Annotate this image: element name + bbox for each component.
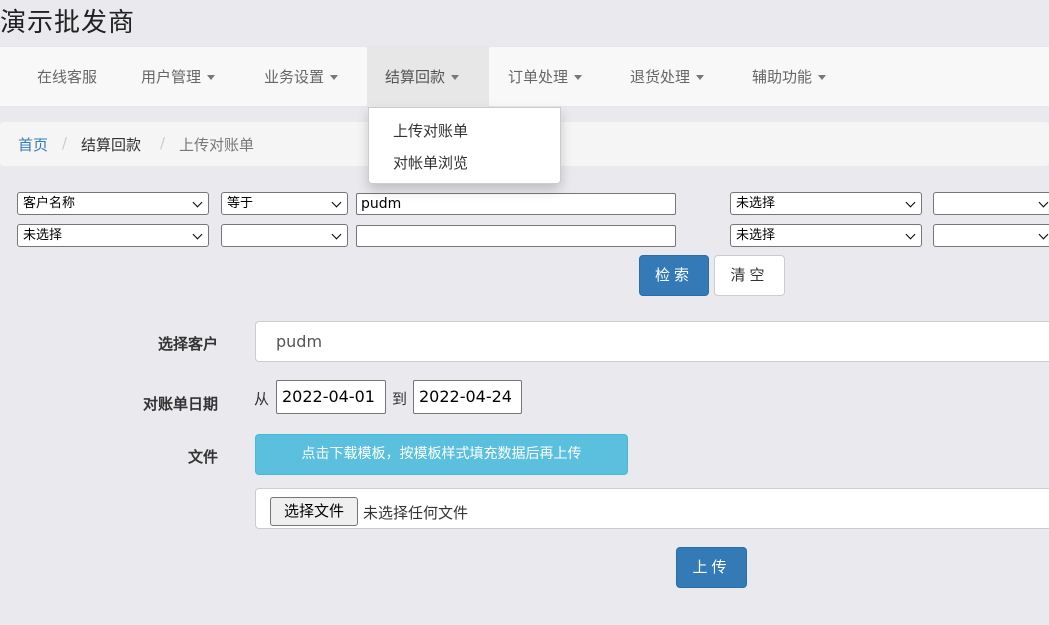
filter-extra-select-1a-value: 未选择	[736, 196, 776, 211]
breadcrumb-home[interactable]: 首页	[18, 134, 48, 155]
settlement-dropdown-menu: 上传对账单 对帐单浏览	[368, 107, 561, 184]
top-navbar: 在线客服 用户管理 业务设置 结算回款 订单处理 退货处理 辅助功能	[0, 46, 1049, 108]
nav-order-processing[interactable]: 订单处理	[508, 47, 583, 108]
customer-input[interactable]: pudm	[255, 321, 1049, 362]
caret-down-icon	[818, 75, 827, 80]
caret-down-icon	[330, 75, 339, 80]
nav-business-settings-label: 业务设置	[264, 68, 325, 86]
search-button[interactable]: 检索	[639, 255, 709, 296]
chevron-down-icon	[192, 229, 203, 240]
chevron-down-icon	[1038, 197, 1049, 208]
breadcrumb-current: 上传对账单	[179, 136, 255, 154]
nav-return-processing-label: 退货处理	[630, 68, 691, 86]
chevron-down-icon	[905, 229, 916, 240]
upload-button[interactable]: 上传	[676, 547, 747, 588]
caret-down-icon	[574, 75, 583, 80]
nav-user-management-label: 用户管理	[141, 68, 202, 86]
nav-auxiliary-label: 辅助功能	[752, 68, 813, 86]
breadcrumb-section: 结算回款	[81, 136, 142, 154]
filter-extra-select-1b[interactable]	[933, 192, 1049, 215]
nav-online-service[interactable]: 在线客服	[37, 47, 97, 108]
nav-return-processing[interactable]: 退货处理	[630, 47, 705, 108]
filter-extra-select-2a[interactable]: 未选择	[730, 224, 922, 247]
no-file-chosen-text: 未选择任何文件	[363, 504, 469, 522]
filter-extra-select-2a-value: 未选择	[736, 228, 776, 243]
filter-field-select-1-value: 客户名称	[23, 196, 76, 211]
nav-settlement[interactable]: 结算回款	[367, 47, 489, 108]
filter-value-input-2[interactable]	[356, 225, 676, 247]
caret-down-icon	[451, 75, 460, 80]
nav-settlement-label: 结算回款	[385, 68, 446, 86]
nav-business-settings[interactable]: 业务设置	[264, 47, 339, 108]
nav-auxiliary[interactable]: 辅助功能	[752, 47, 827, 108]
choose-file-button[interactable]: 选择文件	[270, 497, 358, 526]
filter-extra-select-1a[interactable]: 未选择	[730, 192, 922, 215]
from-date-input[interactable]: 2022-04-01	[276, 380, 386, 414]
menu-item-upload-statement[interactable]: 上传对账单	[393, 120, 468, 141]
caret-down-icon	[207, 75, 216, 80]
filter-operator-select-1[interactable]: 等于	[221, 192, 348, 215]
from-label: 从	[254, 390, 270, 408]
statement-date-label: 对账单日期	[142, 395, 218, 413]
customer-label: 选择客户	[157, 335, 218, 353]
to-label: 到	[392, 390, 408, 408]
filter-operator-select-2[interactable]	[221, 224, 348, 247]
breadcrumb-separator: /	[62, 134, 68, 152]
menu-item-browse-statements[interactable]: 对帐单浏览	[393, 152, 468, 173]
to-date-input[interactable]: 2022-04-24	[413, 380, 522, 414]
app-title: 演示批发商	[0, 8, 136, 38]
chevron-down-icon	[331, 197, 342, 208]
filter-value-input-1[interactable]: pudm	[356, 193, 676, 215]
nav-online-service-label: 在线客服	[37, 68, 98, 86]
caret-down-icon	[696, 75, 705, 80]
nav-user-management[interactable]: 用户管理	[141, 47, 216, 108]
breadcrumb-separator: /	[160, 134, 166, 152]
filter-field-select-2-value: 未选择	[23, 228, 63, 243]
file-label: 文件	[187, 448, 218, 466]
chevron-down-icon	[1038, 229, 1049, 240]
clear-button[interactable]: 清空	[714, 255, 785, 296]
customer-input-value: pudm	[276, 332, 323, 351]
download-template-button[interactable]: 点击下载模板，按模板样式填充数据后再上传	[255, 434, 628, 475]
filter-extra-select-2b[interactable]	[933, 224, 1049, 247]
nav-order-processing-label: 订单处理	[508, 68, 569, 86]
filter-operator-select-1-value: 等于	[227, 196, 254, 211]
filter-field-select-1[interactable]: 客户名称	[17, 192, 209, 215]
chevron-down-icon	[905, 197, 916, 208]
chevron-down-icon	[192, 197, 203, 208]
chevron-down-icon	[331, 229, 342, 240]
filter-field-select-2[interactable]: 未选择	[17, 224, 209, 247]
